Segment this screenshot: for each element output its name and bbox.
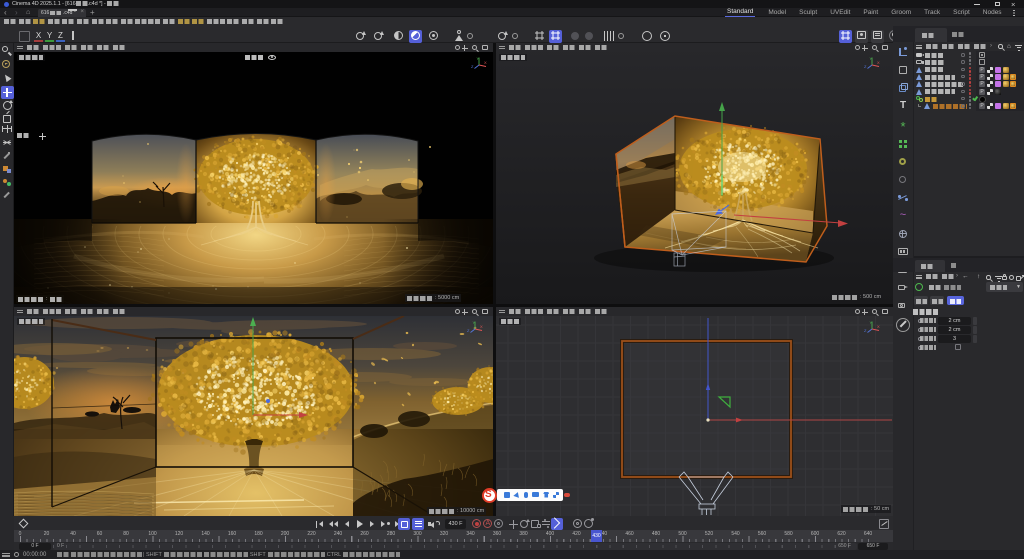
svg-text:Z: Z bbox=[467, 328, 470, 333]
svg-text:X: X bbox=[877, 60, 880, 65]
svg-text:Y: Y bbox=[870, 320, 873, 325]
svg-text:X: X bbox=[484, 60, 487, 65]
svg-text:Y: Y bbox=[870, 56, 873, 61]
svg-text:Z: Z bbox=[864, 64, 867, 69]
svg-text:Y: Y bbox=[473, 320, 476, 325]
svg-text:Z: Z bbox=[864, 328, 867, 333]
svg-text:X: X bbox=[877, 324, 880, 329]
svg-text:Y: Y bbox=[477, 56, 480, 61]
svg-text:Z: Z bbox=[471, 64, 474, 69]
svg-text:X: X bbox=[480, 324, 483, 329]
